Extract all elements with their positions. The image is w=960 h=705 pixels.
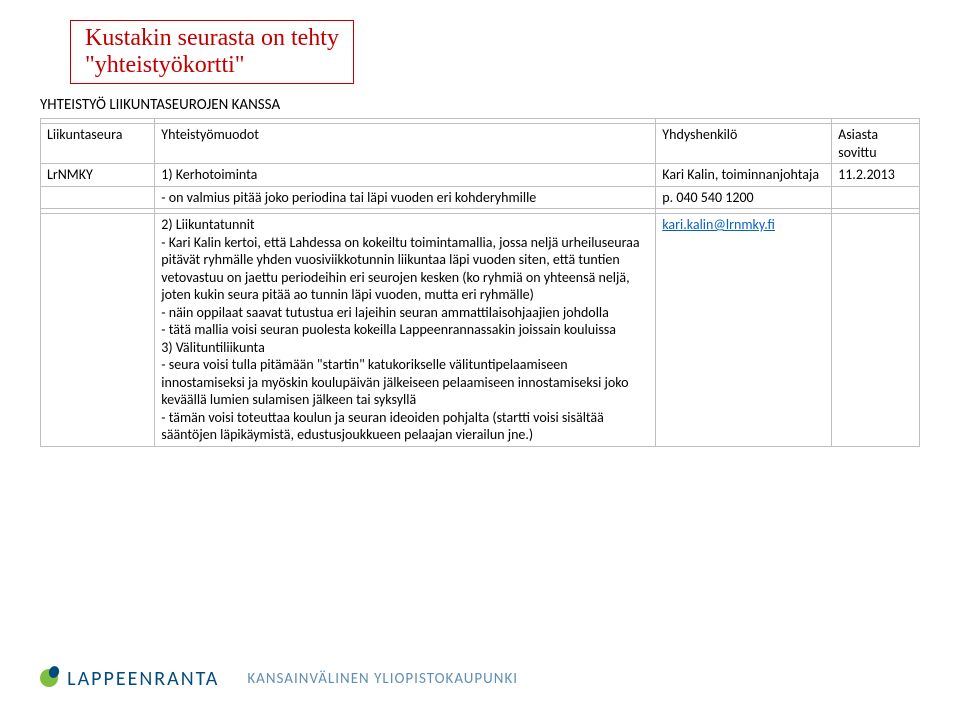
cell-henkilo-link: kari.kalin@lrnmky.fi	[656, 214, 832, 447]
callout-line1: Kustakin seurasta on tehty	[85, 25, 339, 52]
list-heading: 3) Välituntiliikunta	[161, 339, 649, 357]
list-item: - näin oppilaat saavat tutustua eri laje…	[161, 304, 649, 322]
footer: LAPPEENRANTA KANSAINVÄLINEN YLIOPISTOKAU…	[40, 667, 518, 691]
footer-tagline: KANSAINVÄLINEN YLIOPISTOKAUPUNKI	[247, 670, 518, 688]
cell-sovittu: 11.2.2013	[832, 164, 920, 187]
table-row: - on valmius pitää joko periodina tai lä…	[41, 186, 920, 209]
list-item: - tätä mallia voisi seuran puolesta koke…	[161, 321, 649, 339]
cell-muodot: 1) Kerhotoiminta	[155, 164, 656, 187]
email-link[interactable]: kari.kalin@lrnmky.fi	[662, 216, 775, 233]
cooperation-table: Liikuntaseura Yhteistyömuodot Yhdyshenki…	[40, 118, 920, 447]
table-row-main: 2) Liikuntatunnit - Kari Kalin kertoi, e…	[41, 214, 920, 447]
cell-henkilo: Kari Kalin, toiminnanjohtaja	[656, 164, 832, 187]
th-asiasta-sovittu: Asiasta sovittu	[832, 124, 920, 164]
callout-line2: "yhteistyökortti"	[85, 52, 339, 79]
brand-name: LAPPEENRANTA	[67, 667, 219, 691]
th-yhdyshenkilo: Yhdyshenkilö	[656, 124, 832, 164]
th-liikuntaseura: Liikuntaseura	[41, 124, 155, 164]
table-row: LrNMKY 1) Kerhotoiminta Kari Kalin, toim…	[41, 164, 920, 187]
list-heading: 2) Liikuntatunnit	[161, 216, 649, 234]
cell-seura: LrNMKY	[41, 164, 155, 187]
list-item: - seura voisi tulla pitämään "startin" k…	[161, 356, 649, 409]
list-item: - tämän voisi toteuttaa koulun ja seuran…	[161, 409, 649, 444]
th-yhteistyomuodot: Yhteistyömuodot	[155, 124, 656, 164]
cell-muodot-detail: 2) Liikuntatunnit - Kari Kalin kertoi, e…	[155, 214, 656, 447]
brand-logo: LAPPEENRANTA	[40, 667, 219, 691]
section-title: YHTEISTYÖ LIIKUNTASEUROJEN KANSSA	[40, 96, 920, 114]
callout-annotation: Kustakin seurasta on tehty "yhteistyökor…	[70, 20, 354, 84]
cell-muodot: - on valmius pitää joko periodina tai lä…	[155, 186, 656, 209]
leaf-icon	[40, 669, 58, 687]
table-header-row: Liikuntaseura Yhteistyömuodot Yhdyshenki…	[41, 124, 920, 164]
cell-henkilo: p. 040 540 1200	[656, 186, 832, 209]
list-item: - Kari Kalin kertoi, että Lahdessa on ko…	[161, 234, 649, 304]
